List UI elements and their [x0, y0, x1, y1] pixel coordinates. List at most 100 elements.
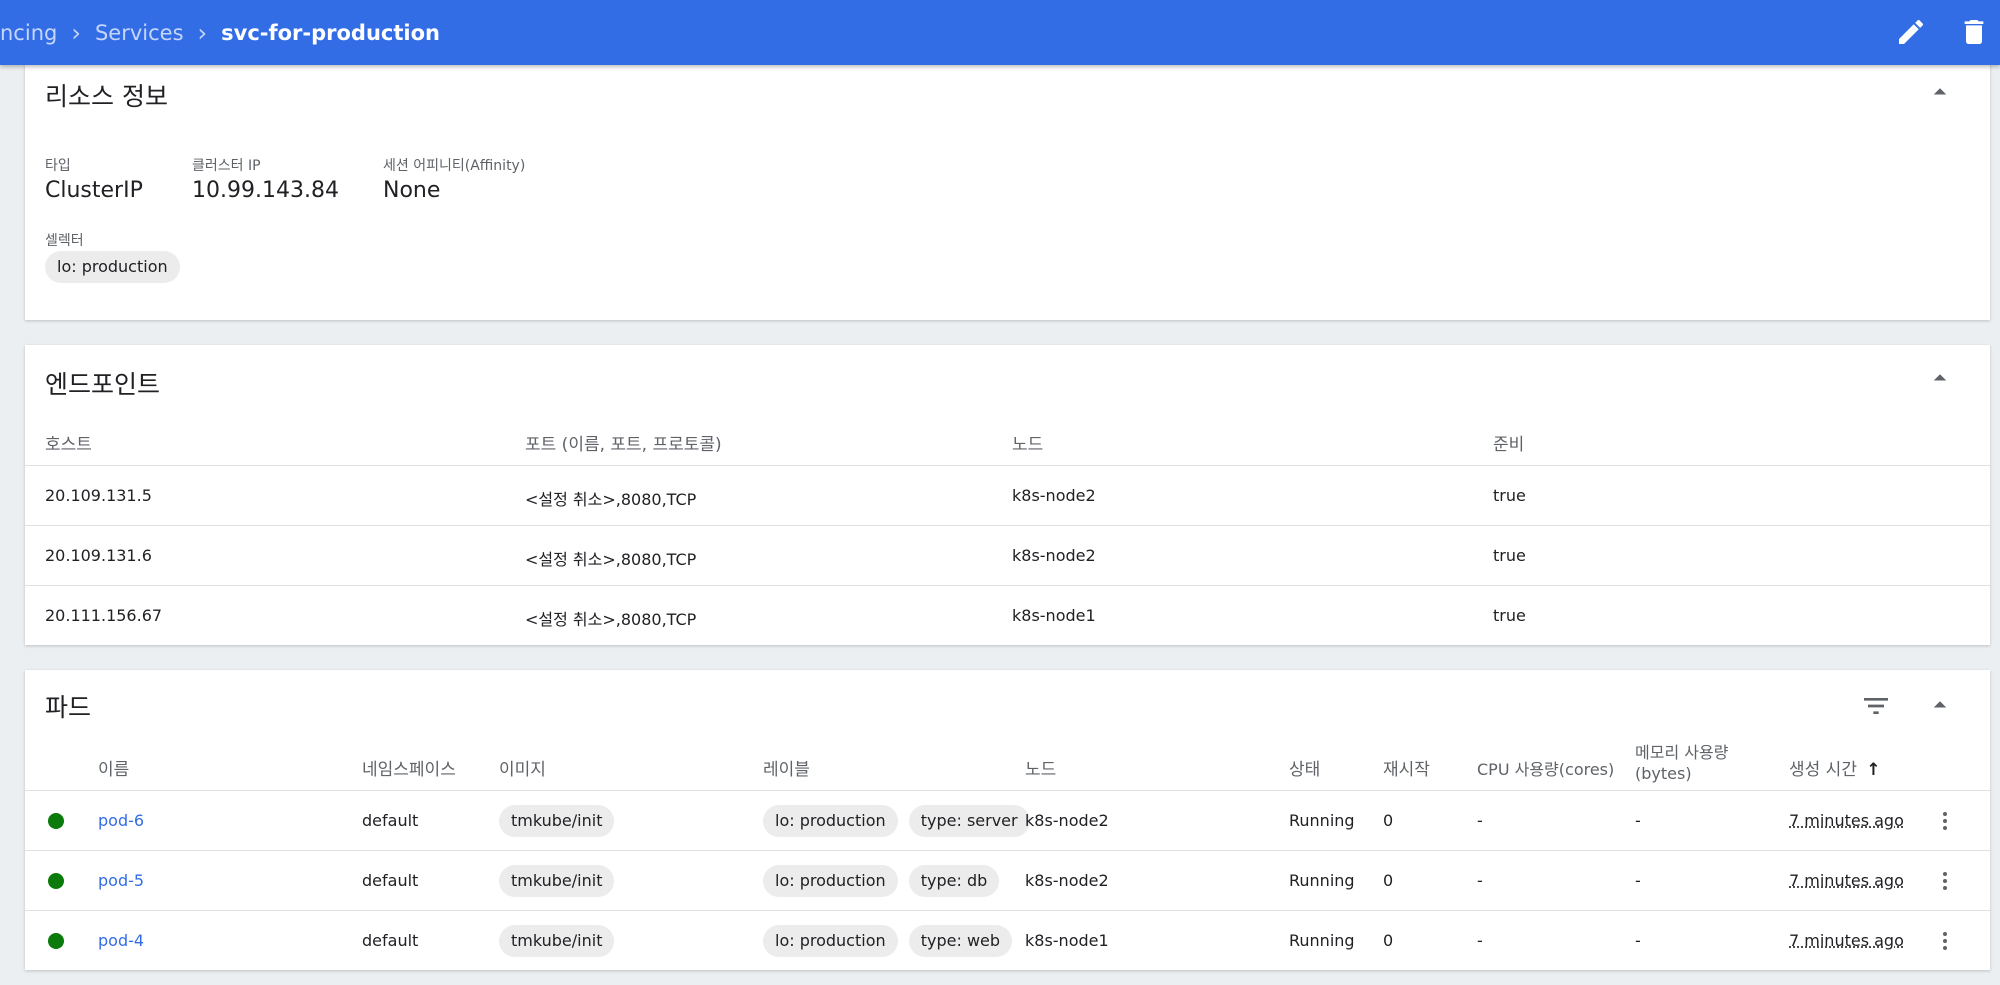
column-header-ports: 포트 (이름, 포트, 프로토콜)	[525, 435, 722, 455]
pod-labels: lo: production type: db	[763, 865, 1000, 897]
column-header-host: 호스트	[45, 435, 92, 455]
table-row: 20.109.131.6 <설정 취소>,8080,TCP k8s-node2 …	[25, 525, 1990, 586]
pod-created: 7 minutes ago	[1789, 871, 1904, 890]
selector-chips: lo: production	[45, 251, 180, 283]
type-value: ClusterIP	[45, 178, 143, 203]
table-row: 20.109.131.5 <설정 취소>,8080,TCP k8s-node2 …	[25, 465, 1990, 526]
collapse-button[interactable]	[1925, 77, 1955, 107]
label-chip: lo: production	[763, 925, 898, 957]
breadcrumb-services-link[interactable]: Services	[95, 21, 184, 45]
pods-title: 파드	[45, 693, 92, 722]
chevron-up-icon	[1933, 701, 1947, 708]
breadcrumb-parent-link[interactable]: ncing	[0, 21, 57, 45]
more-actions-button[interactable]	[1933, 809, 1957, 833]
selector-chip: lo: production	[45, 251, 180, 283]
pod-labels: lo: production type: web	[763, 925, 1013, 957]
label-chip: type: server	[908, 805, 1030, 837]
pod-restarts: 0	[1383, 931, 1394, 950]
pod-status: Running	[1289, 871, 1355, 890]
endpoint-ready: true	[1493, 546, 1526, 565]
pencil-icon	[1899, 19, 1924, 44]
resource-info-title: 리소스 정보	[45, 82, 168, 111]
collapse-button[interactable]	[1925, 363, 1955, 393]
column-header-memory: 메모리 사용량 (bytes)	[1635, 742, 1728, 784]
top-toolbar: ncing › Services › svc-for-production	[0, 0, 2000, 65]
pod-status: Running	[1289, 931, 1355, 950]
more-vert-icon	[1943, 812, 1947, 830]
column-header-name[interactable]: 이름	[98, 755, 129, 780]
endpoint-node: k8s-node2	[1012, 486, 1096, 505]
endpoints-card: 엔드포인트 호스트 포트 (이름, 포트, 프로토콜) 노드 준비 20.109…	[25, 345, 1990, 645]
endpoint-node: k8s-node1	[1012, 606, 1096, 625]
endpoint-ports: <설정 취소>,8080,TCP	[525, 610, 697, 629]
pod-created: 7 minutes ago	[1789, 931, 1904, 950]
filter-button[interactable]	[1860, 690, 1892, 722]
image-chip: tmkube/init	[499, 865, 615, 897]
column-header-image: 이미지	[499, 760, 546, 780]
table-row: pod-4 default tmkube/init lo: production…	[25, 910, 1990, 971]
breadcrumb-current: svc-for-production	[221, 20, 440, 45]
table-row: 20.111.156.67 <설정 취소>,8080,TCP k8s-node1…	[25, 585, 1990, 646]
table-row: pod-6 default tmkube/init lo: production…	[25, 790, 1990, 851]
pod-created: 7 minutes ago	[1789, 811, 1904, 830]
session-affinity-label: 세션 어피니티(Affinity)	[383, 158, 526, 174]
status-running-icon	[48, 873, 64, 889]
memory-header-unit: (bytes)	[1635, 764, 1692, 783]
resource-info-card: 리소스 정보 타입 ClusterIP 클러스터 IP 10.99.143.84…	[25, 60, 1990, 320]
cluster-ip-label: 클러스터 IP	[192, 158, 261, 174]
breadcrumb: ncing › Services › svc-for-production	[0, 0, 440, 65]
pod-image: tmkube/init	[499, 805, 615, 837]
type-label: 타입	[45, 158, 71, 174]
column-header-created[interactable]: 생성 시간 ↑	[1789, 755, 1881, 780]
pods-card: 파드 이름 네임스페이스 이미지 레이블 노드 상태 재시작 CPU 사용량(c…	[25, 670, 1990, 970]
edit-button[interactable]	[1895, 16, 1927, 48]
label-chip: type: web	[908, 925, 1013, 957]
pod-restarts: 0	[1383, 871, 1394, 890]
pod-labels: lo: production type: server	[763, 805, 1030, 837]
session-affinity-value: None	[383, 178, 441, 203]
chevron-right-icon: ›	[71, 18, 81, 47]
endpoints-title: 엔드포인트	[45, 370, 161, 399]
pod-restarts: 0	[1383, 811, 1394, 830]
endpoint-ready: true	[1493, 486, 1526, 505]
label-chip: type: db	[908, 865, 1000, 897]
more-actions-button[interactable]	[1933, 869, 1957, 893]
cluster-ip-value: 10.99.143.84	[192, 178, 339, 203]
image-chip: tmkube/init	[499, 805, 615, 837]
created-header-label: 생성 시간	[1789, 760, 1857, 780]
pod-name-link[interactable]: pod-6	[98, 811, 144, 830]
collapse-button[interactable]	[1925, 690, 1955, 720]
pod-node: k8s-node2	[1025, 871, 1109, 890]
pod-namespace: default	[362, 871, 419, 890]
pod-namespace: default	[362, 931, 419, 950]
endpoint-ready: true	[1493, 606, 1526, 625]
pod-image: tmkube/init	[499, 925, 615, 957]
delete-button[interactable]	[1958, 16, 1990, 48]
filter-icon	[1864, 698, 1888, 714]
pod-status: Running	[1289, 811, 1355, 830]
image-chip: tmkube/init	[499, 925, 615, 957]
arrow-up-icon: ↑	[1866, 760, 1881, 780]
pod-image: tmkube/init	[499, 865, 615, 897]
column-header-namespace[interactable]: 네임스페이스	[362, 755, 456, 780]
more-vert-icon	[1943, 872, 1947, 890]
pod-memory: -	[1635, 931, 1641, 950]
column-header-cpu: CPU 사용량(cores)	[1477, 760, 1615, 779]
endpoint-host: 20.111.156.67	[45, 606, 163, 625]
trash-icon	[1964, 20, 1984, 44]
chevron-up-icon	[1933, 88, 1947, 95]
pod-cpu: -	[1477, 931, 1483, 950]
selector-label: 셀렉터	[45, 233, 84, 249]
endpoint-node: k8s-node2	[1012, 546, 1096, 565]
column-header-status: 상태	[1289, 760, 1321, 780]
more-actions-button[interactable]	[1933, 929, 1957, 953]
chevron-right-icon: ›	[197, 18, 208, 47]
table-row: pod-5 default tmkube/init lo: production…	[25, 850, 1990, 911]
column-header-node: 노드	[1012, 435, 1044, 455]
endpoint-ports: <설정 취소>,8080,TCP	[525, 490, 697, 509]
pod-name-link[interactable]: pod-4	[98, 931, 144, 950]
column-header-restarts: 재시작	[1383, 760, 1430, 780]
memory-header-label: 메모리 사용량	[1635, 743, 1729, 762]
pod-name-link[interactable]: pod-5	[98, 871, 144, 890]
pod-cpu: -	[1477, 871, 1483, 890]
